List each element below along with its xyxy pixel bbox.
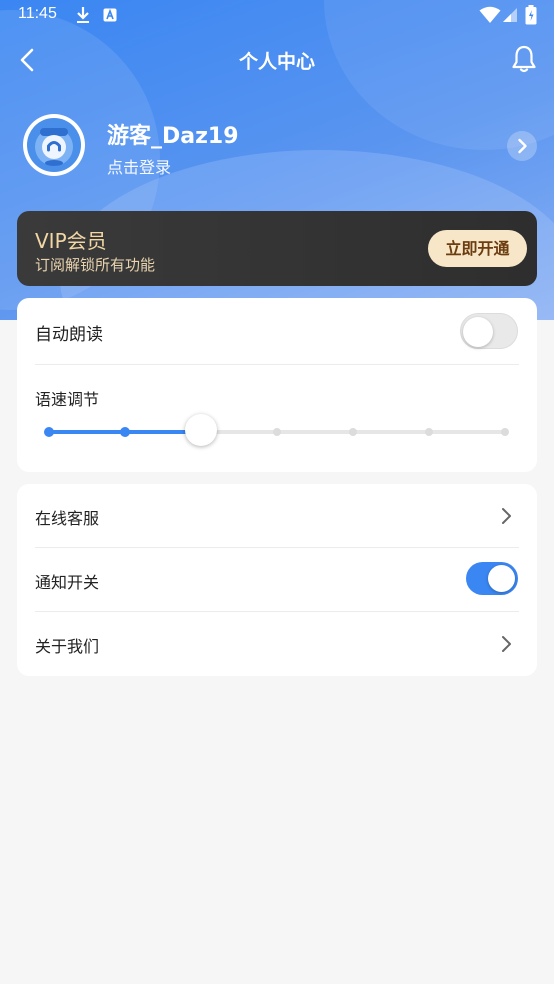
toggle-knob: [463, 317, 493, 347]
vip-title: VIP会员: [35, 229, 107, 253]
notification-toggle[interactable]: [466, 562, 518, 595]
divider: [35, 547, 519, 548]
download-icon: [77, 7, 89, 23]
slider-tick[interactable]: [425, 428, 433, 436]
auto-read-toggle[interactable]: [460, 313, 518, 349]
vip-subtitle: 订阅解锁所有功能: [35, 256, 156, 274]
profile-arrow-button[interactable]: [507, 131, 537, 161]
slider-tick[interactable]: [501, 428, 509, 436]
slider-thumb[interactable]: [185, 414, 217, 446]
signal-icon: [503, 8, 517, 22]
slider-tick[interactable]: [120, 427, 130, 437]
reading-settings-card: 自动朗读 语速调节: [17, 298, 537, 472]
login-link[interactable]: 点击登录: [107, 154, 171, 178]
status-time: 11:45: [18, 5, 57, 22]
service-label: 在线客服: [35, 509, 100, 528]
robot-avatar-icon: [27, 118, 81, 172]
profile-section[interactable]: 游客_Daz19 点击登录: [0, 110, 554, 182]
speed-label: 语速调节: [35, 390, 100, 409]
notification-label: 通知开关: [35, 573, 100, 592]
menu-card: 在线客服 通知开关 关于我们: [17, 484, 537, 676]
menu-item-about[interactable]: 关于我们: [17, 612, 537, 676]
chevron-right-icon: [502, 508, 511, 524]
chevron-right-icon: [518, 138, 527, 154]
vip-banner[interactable]: VIP会员 订阅解锁所有功能 立即开通: [17, 211, 537, 286]
username: 游客_Daz19: [107, 124, 239, 149]
page-title: 个人中心: [238, 51, 315, 73]
slider-tick[interactable]: [273, 428, 281, 436]
avatar[interactable]: [23, 114, 85, 176]
slider-tick[interactable]: [349, 428, 357, 436]
menu-item-service[interactable]: 在线客服: [17, 484, 537, 547]
wifi-icon: [479, 6, 501, 23]
status-bar: 11:45: [0, 0, 554, 32]
auto-read-label: 自动朗读: [35, 325, 103, 345]
slider-tick[interactable]: [44, 427, 54, 437]
bell-icon[interactable]: [510, 44, 538, 74]
vip-activate-button[interactable]: 立即开通: [428, 230, 527, 267]
nav-bar: 个人中心: [0, 38, 554, 82]
divider: [35, 364, 519, 365]
app-a-icon: [103, 8, 117, 22]
about-label: 关于我们: [35, 637, 100, 656]
chevron-right-icon: [502, 636, 511, 652]
battery-icon: [525, 5, 537, 25]
toggle-knob: [488, 565, 515, 592]
speed-slider[interactable]: [44, 414, 509, 446]
